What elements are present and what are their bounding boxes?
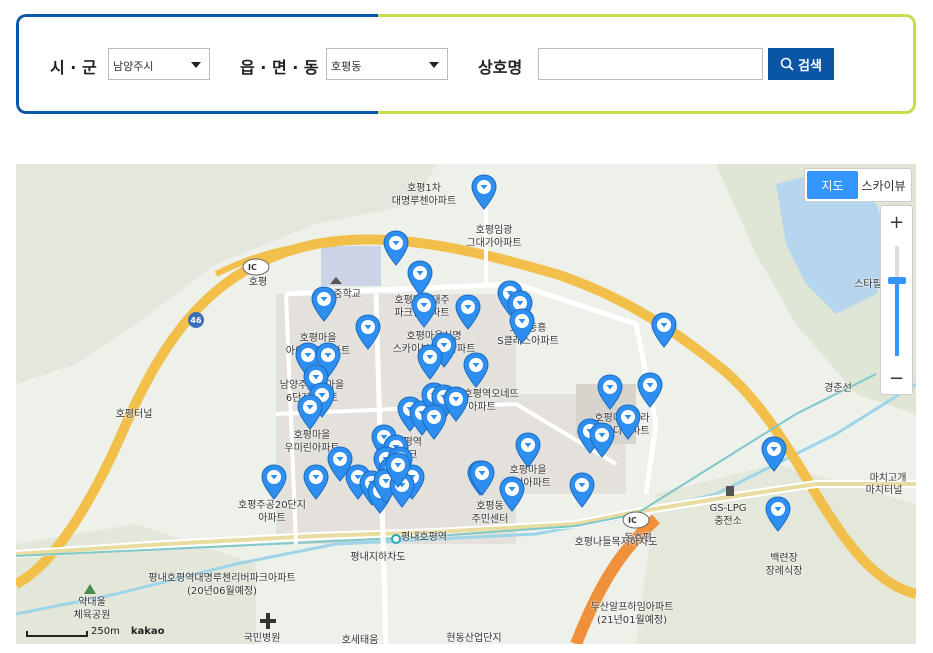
scale-bar: [26, 631, 88, 637]
map-label-hopyeong-20: 호평주공20단지 아파트: [238, 500, 306, 524]
map-type-switch: 지도 스카이뷰: [804, 168, 912, 202]
map-marker-pin-icon[interactable]: [455, 294, 481, 330]
chevron-down-icon: [191, 62, 201, 68]
map-marker-pin-icon[interactable]: [509, 308, 535, 344]
map-marker-pin-icon[interactable]: [407, 260, 433, 296]
map-marker-pin-icon[interactable]: [569, 472, 595, 508]
map-marker-pin-icon[interactable]: [411, 292, 437, 328]
map-marker-pin-icon[interactable]: [761, 436, 787, 472]
map-marker-pin-icon[interactable]: [469, 460, 495, 496]
map-marker-pin-icon[interactable]: [421, 404, 447, 440]
name-label: 상호명: [478, 58, 523, 77]
map-label-yakdae: 약대울 체육공원: [73, 597, 111, 621]
search-panel: 시 · 군 남양주시 읍 · 면 · 동 호평동 상호명 검색: [16, 14, 916, 114]
scale-text: 250m: [91, 626, 120, 637]
map-marker-pin-icon[interactable]: [355, 314, 381, 350]
town-label: 읍 · 면 · 동: [240, 58, 319, 77]
map-marker-pin-icon[interactable]: [261, 464, 287, 500]
town-select-value: 호평동: [331, 60, 362, 73]
map-marker-pin-icon[interactable]: [385, 452, 411, 488]
map-marker-pin-icon[interactable]: [297, 394, 323, 430]
map-marker-pin-icon[interactable]: [637, 372, 663, 408]
city-select-value: 남양주시: [113, 60, 154, 73]
map-type-skyview-button[interactable]: 스카이뷰: [858, 171, 909, 199]
brand-logo: kakao: [130, 626, 165, 637]
search-button-label: 검색: [798, 58, 822, 74]
ic-badge: IC: [628, 516, 637, 525]
zoom-control: + −: [880, 205, 913, 395]
zoom-out-button[interactable]: −: [881, 362, 912, 394]
map-label-hopyeong-imgwang: 호평임광 그대가아파트: [466, 225, 522, 249]
town-select[interactable]: 호평동: [326, 48, 448, 80]
map-scale: 250m kakao: [26, 626, 165, 637]
zoom-handle[interactable]: [888, 277, 906, 284]
map-label-route46: 46: [190, 316, 202, 325]
name-input[interactable]: [538, 48, 763, 80]
map-label-doosan: 두산알프하임아파트 (21년01월예정): [590, 602, 674, 626]
map-marker-pin-icon[interactable]: [311, 286, 337, 322]
zoom-in-button[interactable]: +: [881, 206, 912, 238]
search-button[interactable]: 검색: [768, 48, 834, 80]
map-label-daemyeong-river: 평내호평역대명루첸리버파크아파트 (20년06월예정): [148, 573, 296, 597]
map-marker-pin-icon[interactable]: [471, 174, 497, 210]
map-marker-pin-icon[interactable]: [499, 476, 525, 512]
map-marker-pin-icon[interactable]: [615, 404, 641, 440]
map-view[interactable]: IC IC 호평1차 대명루첸아파트 호평임광 그대가아파트 호평 판곡중학교 호평마을…: [16, 164, 916, 644]
map-marker-pin-icon[interactable]: [765, 496, 791, 532]
map-type-map-button[interactable]: 지도: [807, 171, 858, 199]
search-icon: [780, 57, 794, 71]
map-marker-pin-icon[interactable]: [417, 344, 443, 380]
map-label-machi-tunnel: 마치터널: [865, 485, 903, 496]
map-label-hopyeong1: 호평1차 대명루첸아파트: [391, 183, 457, 207]
city-select[interactable]: 남양주시: [108, 48, 210, 80]
map-label-gyeongchun: 경춘선: [824, 383, 852, 394]
chevron-down-icon: [429, 62, 439, 68]
map-label-hosetae: 호세태움: [341, 635, 379, 644]
map-label-hopyeong-road: 호평터널: [115, 409, 153, 420]
city-label: 시 · 군: [50, 58, 97, 77]
map-marker-pin-icon[interactable]: [463, 352, 489, 388]
map-marker-pin-icon[interactable]: [383, 230, 409, 266]
zoom-track-fill: [895, 281, 899, 356]
map-marker-pin-icon[interactable]: [651, 312, 677, 348]
map-marker-pin-icon[interactable]: [515, 432, 541, 468]
map-label-gs-lpg: GS-LPG 충전소: [709, 503, 747, 527]
map-label-hyeondong: 현동산업단지: [446, 633, 502, 644]
map-marker-pin-icon[interactable]: [589, 422, 615, 458]
map-label-starmall: 스타필: [854, 279, 882, 290]
map-label-underpass: 평내지하차도: [350, 552, 406, 563]
map-label-hopyeong-ic: 호평: [248, 277, 268, 288]
map-label-station: 평내호평역: [401, 532, 447, 543]
map-marker-pin-icon[interactable]: [303, 464, 329, 500]
ic-badge: IC: [248, 263, 257, 272]
map-label-gukmin: 국민병원: [243, 633, 281, 644]
map-label-baekryeonjang: 백련장 장례식장: [765, 553, 803, 577]
map-label-ic-hopyeong-road: 호평나들목지하차도: [574, 537, 658, 548]
